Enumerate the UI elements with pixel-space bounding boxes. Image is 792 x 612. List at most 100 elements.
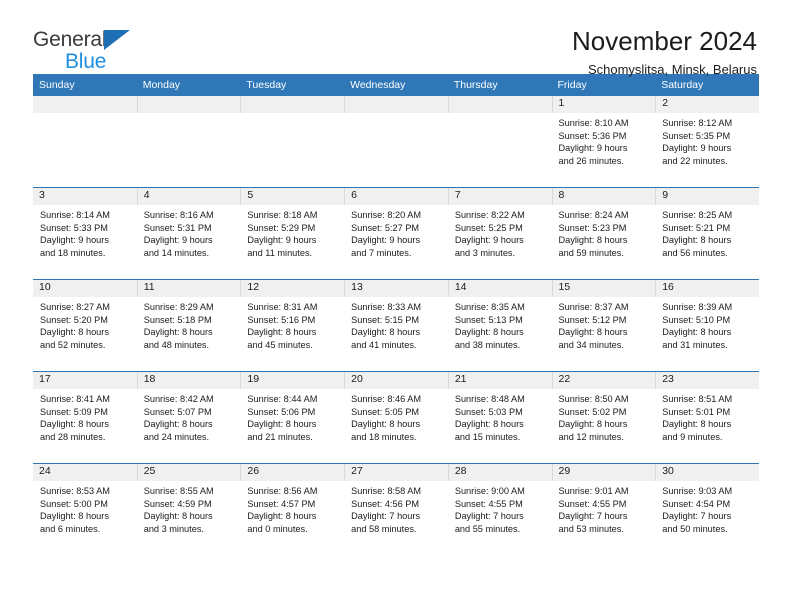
- daylight-text-line2: and 38 minutes.: [454, 339, 521, 350]
- day-cell[interactable]: [136, 96, 241, 188]
- daylight-text-line2: and 6 minutes.: [40, 523, 101, 534]
- sunrise-text: Sunrise: 8:39 AM: [662, 302, 733, 312]
- day-cell-inner: 29 Sunrise: 9:01 AM Sunset: 4:55 PM Dayl…: [551, 464, 656, 555]
- day-cell[interactable]: 21 Sunrise: 8:48 AM Sunset: 5:03 PM Dayl…: [447, 371, 552, 464]
- daylight-text-line1: Daylight: 8 hours: [143, 419, 213, 430]
- day-cell[interactable]: 14 Sunrise: 8:35 AM Sunset: 5:13 PM Dayl…: [447, 279, 552, 372]
- sunset-text: Sunset: 5:18 PM: [143, 314, 212, 325]
- daylight-text-line1: Daylight: 8 hours: [40, 419, 109, 430]
- day-cell-inner: [344, 96, 448, 187]
- day-cell[interactable]: 9 Sunrise: 8:25 AM Sunset: 5:21 PM Dayli…: [655, 187, 759, 280]
- day-cell[interactable]: 15 Sunrise: 8:37 AM Sunset: 5:12 PM Dayl…: [551, 279, 656, 372]
- day-cell[interactable]: 10 Sunrise: 8:27 AM Sunset: 5:20 PM Dayl…: [33, 279, 137, 372]
- general-blue-logo[interactable]: General Blue: [33, 27, 153, 75]
- day-cell[interactable]: 19 Sunrise: 8:44 AM Sunset: 5:06 PM Dayl…: [240, 371, 345, 464]
- daylight-text-line1: Daylight: 8 hours: [143, 511, 213, 522]
- day-cell[interactable]: 6 Sunrise: 8:20 AM Sunset: 5:27 PM Dayli…: [344, 187, 448, 280]
- daylight-text-line2: and 34 minutes.: [558, 339, 624, 350]
- day-number: 30: [655, 464, 759, 481]
- day-details: Sunrise: 8:41 AM Sunset: 5:09 PM Dayligh…: [33, 389, 137, 443]
- sunset-text: Sunset: 5:03 PM: [454, 406, 523, 417]
- day-cell[interactable]: 5 Sunrise: 8:18 AM Sunset: 5:29 PM Dayli…: [240, 187, 345, 280]
- day-cell-inner: 12 Sunrise: 8:31 AM Sunset: 5:16 PM Dayl…: [240, 280, 345, 371]
- day-cell[interactable]: 22 Sunrise: 8:50 AM Sunset: 5:02 PM Dayl…: [551, 371, 656, 464]
- day-number: 5: [240, 188, 345, 205]
- day-cell[interactable]: 29 Sunrise: 9:01 AM Sunset: 4:55 PM Dayl…: [551, 463, 656, 555]
- weekday-header-saturday: Saturday: [655, 74, 759, 96]
- day-cell[interactable]: 16 Sunrise: 8:39 AM Sunset: 5:10 PM Dayl…: [655, 279, 759, 372]
- day-number: 23: [655, 372, 759, 389]
- sunrise-text: Sunrise: 8:16 AM: [143, 210, 214, 220]
- sunrise-text: Sunrise: 8:31 AM: [247, 302, 318, 312]
- sunset-text: Sunset: 5:31 PM: [143, 222, 212, 233]
- day-details: Sunrise: 8:10 AM Sunset: 5:36 PM Dayligh…: [552, 113, 656, 167]
- day-cell[interactable]: 28 Sunrise: 9:00 AM Sunset: 4:55 PM Dayl…: [447, 463, 552, 555]
- day-cell[interactable]: 30 Sunrise: 9:03 AM Sunset: 4:54 PM Dayl…: [655, 463, 759, 555]
- day-cell-inner: 2 Sunrise: 8:12 AM Sunset: 5:35 PM Dayli…: [655, 96, 759, 187]
- day-number: [136, 96, 241, 113]
- day-cell[interactable]: 12 Sunrise: 8:31 AM Sunset: 5:16 PM Dayl…: [240, 279, 345, 372]
- day-cell-inner: 26 Sunrise: 8:56 AM Sunset: 4:57 PM Dayl…: [240, 464, 345, 555]
- day-number: [33, 96, 137, 113]
- day-cell[interactable]: [33, 96, 137, 188]
- day-details: Sunrise: 8:24 AM Sunset: 5:23 PM Dayligh…: [552, 205, 656, 259]
- daylight-text-line2: and 15 minutes.: [454, 431, 521, 442]
- day-cell[interactable]: 1 Sunrise: 8:10 AM Sunset: 5:36 PM Dayli…: [551, 96, 656, 188]
- day-cell[interactable]: [344, 96, 448, 188]
- daylight-text-line1: Daylight: 8 hours: [662, 327, 732, 338]
- daylight-text-line2: and 56 minutes.: [662, 247, 728, 258]
- day-cell[interactable]: 2 Sunrise: 8:12 AM Sunset: 5:35 PM Dayli…: [655, 96, 759, 188]
- daylight-text-line2: and 26 minutes.: [558, 155, 624, 166]
- sunrise-text: Sunrise: 9:03 AM: [662, 486, 733, 496]
- day-details: Sunrise: 8:55 AM Sunset: 4:59 PM Dayligh…: [137, 481, 241, 535]
- day-cell[interactable]: 11 Sunrise: 8:29 AM Sunset: 5:18 PM Dayl…: [136, 279, 241, 372]
- day-cell[interactable]: 18 Sunrise: 8:42 AM Sunset: 5:07 PM Dayl…: [136, 371, 241, 464]
- day-cell-inner: 27 Sunrise: 8:58 AM Sunset: 4:56 PM Dayl…: [344, 464, 448, 555]
- day-cell[interactable]: 13 Sunrise: 8:33 AM Sunset: 5:15 PM Dayl…: [344, 279, 448, 372]
- day-number: 14: [447, 280, 552, 297]
- day-details: Sunrise: 8:51 AM Sunset: 5:01 PM Dayligh…: [655, 389, 759, 443]
- day-cell-inner: 13 Sunrise: 8:33 AM Sunset: 5:15 PM Dayl…: [344, 280, 448, 371]
- day-cell[interactable]: [240, 96, 345, 188]
- day-number: 4: [136, 188, 241, 205]
- page-title: November 2024: [572, 26, 757, 56]
- day-cell[interactable]: 17 Sunrise: 8:41 AM Sunset: 5:09 PM Dayl…: [33, 371, 137, 464]
- day-cell[interactable]: 25 Sunrise: 8:55 AM Sunset: 4:59 PM Dayl…: [136, 463, 241, 555]
- sunrise-text: Sunrise: 8:10 AM: [558, 118, 629, 128]
- day-number: 2: [655, 96, 759, 113]
- daylight-text-line2: and 28 minutes.: [40, 431, 106, 442]
- sunset-text: Sunset: 5:23 PM: [558, 222, 627, 233]
- day-details: Sunrise: 8:22 AM Sunset: 5:25 PM Dayligh…: [448, 205, 552, 259]
- daylight-text-line2: and 45 minutes.: [247, 339, 313, 350]
- daylight-text-line1: Daylight: 8 hours: [454, 419, 524, 430]
- daylight-text-line1: Daylight: 8 hours: [662, 235, 732, 246]
- sunset-text: Sunset: 5:00 PM: [40, 498, 108, 509]
- day-cell[interactable]: 7 Sunrise: 8:22 AM Sunset: 5:25 PM Dayli…: [447, 187, 552, 280]
- day-cell[interactable]: 23 Sunrise: 8:51 AM Sunset: 5:01 PM Dayl…: [655, 371, 759, 464]
- day-cell[interactable]: 20 Sunrise: 8:46 AM Sunset: 5:05 PM Dayl…: [344, 371, 448, 464]
- day-number: 13: [344, 280, 448, 297]
- day-number: 3: [33, 188, 137, 205]
- sunrise-text: Sunrise: 8:44 AM: [247, 394, 318, 404]
- sunrise-text: Sunrise: 8:22 AM: [454, 210, 525, 220]
- day-cell[interactable]: 26 Sunrise: 8:56 AM Sunset: 4:57 PM Dayl…: [240, 463, 345, 555]
- daylight-text-line1: Daylight: 7 hours: [351, 511, 421, 522]
- sunset-text: Sunset: 4:55 PM: [558, 498, 627, 509]
- day-number: 9: [655, 188, 759, 205]
- day-details: Sunrise: 8:35 AM Sunset: 5:13 PM Dayligh…: [448, 297, 552, 351]
- day-cell[interactable]: 24 Sunrise: 8:53 AM Sunset: 5:00 PM Dayl…: [33, 463, 137, 555]
- day-details: Sunrise: 8:42 AM Sunset: 5:07 PM Dayligh…: [137, 389, 241, 443]
- day-cell[interactable]: 4 Sunrise: 8:16 AM Sunset: 5:31 PM Dayli…: [136, 187, 241, 280]
- day-cell[interactable]: [447, 96, 552, 188]
- sunset-text: Sunset: 4:54 PM: [662, 498, 731, 509]
- weekday-header-thursday: Thursday: [447, 74, 552, 96]
- day-cell-inner: 19 Sunrise: 8:44 AM Sunset: 5:06 PM Dayl…: [240, 372, 345, 463]
- sunrise-text: Sunrise: 9:01 AM: [558, 486, 629, 496]
- daylight-text-line2: and 14 minutes.: [143, 247, 210, 258]
- day-cell[interactable]: 27 Sunrise: 8:58 AM Sunset: 4:56 PM Dayl…: [344, 463, 448, 555]
- day-details: Sunrise: 9:03 AM Sunset: 4:54 PM Dayligh…: [655, 481, 759, 535]
- day-cell[interactable]: 3 Sunrise: 8:14 AM Sunset: 5:33 PM Dayli…: [33, 187, 137, 280]
- daylight-text-line2: and 31 minutes.: [662, 339, 728, 350]
- day-cell[interactable]: 8 Sunrise: 8:24 AM Sunset: 5:23 PM Dayli…: [551, 187, 656, 280]
- day-details: Sunrise: 9:00 AM Sunset: 4:55 PM Dayligh…: [448, 481, 552, 535]
